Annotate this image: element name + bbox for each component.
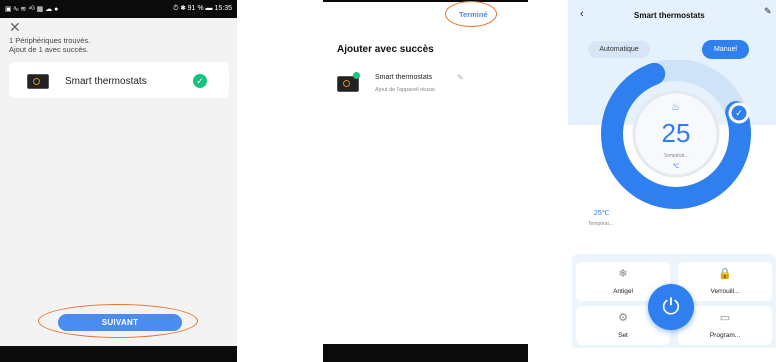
snowflake-icon: ❄ — [618, 268, 628, 280]
power-button[interactable]: ⏻ — [648, 284, 694, 330]
svg-text:✓: ✓ — [735, 109, 743, 119]
device-status-text: Ajout de l'appareil réussi — [375, 87, 435, 93]
mode-auto-button[interactable]: Automatique — [588, 41, 650, 58]
device-name: Smart thermostats — [375, 74, 433, 81]
device-name: Smart thermostats — [65, 76, 147, 87]
status-left-icons: ▣ ᵃₗₗ ≋ ⁴ᴳ ▦ ☁ ● — [5, 6, 59, 13]
check-icon: ✓ — [193, 74, 207, 88]
edit-name-icon[interactable]: ✎ — [457, 73, 464, 82]
thermostat-control-screen: ‹ Smart thermostats ✎ Automatique Manuel… — [568, 0, 776, 362]
edit-icon[interactable]: ✎ — [764, 6, 772, 17]
scan-result-text: 1 Périphériques trouvés. Ajout de 1 avec… — [9, 36, 90, 54]
thermostat-device-icon — [27, 74, 49, 89]
navigation-bar — [568, 348, 776, 362]
status-bar: ▣ ᵃₗₗ ≋ ⁴ᴳ ▦ ☁ ● ⏱ ✱ 91 % ▬ 15:35 — [0, 0, 237, 18]
page-title: Ajouter avec succès — [337, 44, 434, 55]
back-icon[interactable]: ‹ — [580, 8, 584, 20]
tile-label: Set — [618, 332, 628, 339]
current-temperature-label: Températ... — [588, 221, 614, 227]
found-count-text: 1 Périphériques trouvés. — [9, 36, 91, 45]
highlight-oval — [445, 1, 497, 27]
setpoint-label: Températ... — [663, 153, 689, 159]
navigation-bar — [0, 346, 237, 362]
close-icon[interactable]: ✕ — [9, 20, 21, 34]
added-count-text: Ajout de 1 avec succès. — [9, 45, 89, 54]
tile-label: Verrouill... — [710, 288, 740, 295]
page-title: Smart thermostats — [634, 11, 705, 20]
temperature-unit: ℃ — [672, 164, 680, 170]
status-right-info: ⏱ ✱ 91 % ▬ 15:35 — [173, 5, 232, 12]
setpoint-temperature: 25 — [661, 118, 691, 148]
lock-icon: 🔒 — [718, 268, 732, 280]
check-icon — [353, 72, 360, 79]
device-scan-screen: ▣ ᵃₗₗ ≋ ⁴ᴳ ▦ ☁ ● ⏱ ✱ 91 % ▬ 15:35 ✕ 1 Pé… — [0, 0, 237, 362]
current-temperature: 25℃ — [594, 210, 610, 217]
tile-lock[interactable]: 🔒 Verrouill... — [678, 262, 772, 301]
device-card[interactable]: Smart thermostats ✓ — [9, 62, 229, 98]
top-bar — [323, 0, 528, 2]
mode-manual-button[interactable]: Manuel — [702, 40, 749, 59]
add-success-screen: Terminé Ajouter avec succès Smart thermo… — [323, 0, 528, 362]
next-button[interactable]: SUIVANT — [58, 314, 182, 331]
flame-icon: ♨ — [671, 102, 680, 113]
tile-label: Program... — [709, 332, 741, 339]
navigation-bar — [323, 344, 528, 362]
